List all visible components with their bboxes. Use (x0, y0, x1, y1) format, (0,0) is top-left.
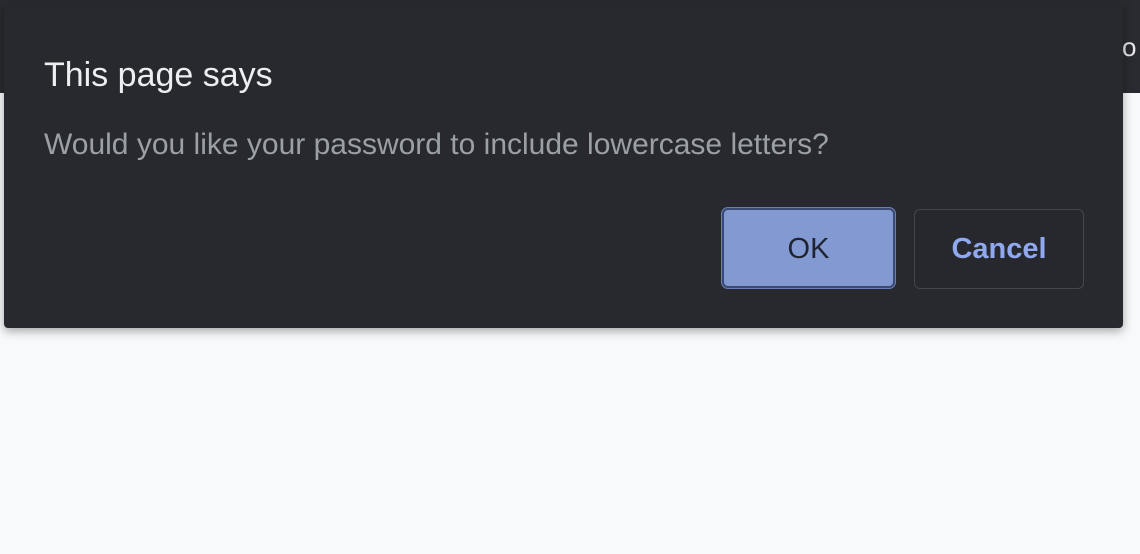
confirm-dialog: This page says Would you like your passw… (4, 3, 1123, 328)
ok-button[interactable]: OK (722, 208, 895, 288)
header-left-text: I (0, 33, 1, 61)
dialog-message: Would you like your password to include … (44, 128, 829, 161)
page: I o This page says Would you like your p… (0, 0, 1140, 554)
header-right-text: o (1122, 32, 1137, 62)
dialog-title: This page says (44, 56, 273, 94)
cancel-button[interactable]: Cancel (914, 209, 1084, 289)
